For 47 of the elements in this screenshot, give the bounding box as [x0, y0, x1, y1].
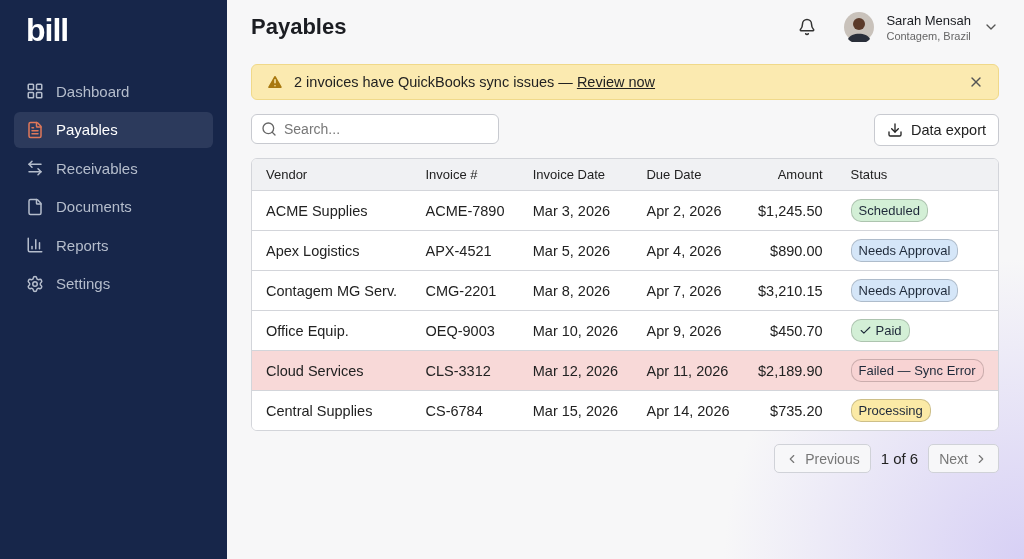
nav-item[interactable]: Reports: [14, 227, 213, 263]
table-cell-text: Mar 15, 2026: [531, 401, 620, 421]
search-field[interactable]: Search...: [251, 114, 499, 144]
check-icon: [858, 324, 872, 337]
arrows-icon: [26, 159, 44, 177]
bell-icon[interactable]: [798, 18, 817, 36]
nav-item[interactable]: Dashboard: [14, 73, 213, 109]
settings-icon: [26, 274, 44, 293]
nav-item[interactable]: Documents: [14, 188, 213, 225]
document-icon: [26, 197, 44, 216]
column-header: Invoice #: [411, 159, 519, 191]
logo: bill: [25, 12, 70, 50]
status-badge: Needs Approval: [850, 279, 959, 302]
avatar[interactable]: [844, 12, 875, 42]
status-badge: Needs Approval: [850, 239, 959, 262]
status-badge: Failed — Sync Error: [850, 359, 984, 382]
previous-button[interactable]: Previous: [774, 444, 871, 473]
nav-item[interactable]: Payables: [14, 111, 213, 148]
status-badge: Scheduled: [850, 199, 928, 222]
table-cell-text: Central Supplies: [265, 401, 374, 421]
download-icon: [887, 122, 904, 138]
column-header: Due Date: [632, 159, 744, 191]
page-indicator: 1 of 6: [880, 450, 919, 467]
document-icon: [26, 120, 44, 139]
table-row[interactable]: Cloud Services CLS-3312 Mar 12, 2026 Apr 11, 2026 $2,189.90 Failed — Sync Error: [252, 351, 998, 391]
table-cell-text: $735.20: [769, 401, 824, 421]
page-title: Payables: [251, 14, 347, 40]
column-header: Amount: [743, 159, 837, 191]
warning-icon: [266, 73, 284, 91]
column-header: Status: [836, 159, 998, 191]
user-location: Contagem, Brazil: [886, 29, 971, 42]
user-name: Sarah Mensah: [886, 12, 971, 28]
alert-message: 2 invoices have QuickBooks sync issues — Review now: [294, 74, 657, 90]
review-link[interactable]: Review now: [576, 74, 656, 90]
export-button[interactable]: Data export: [874, 114, 999, 146]
next-button[interactable]: Next: [928, 444, 999, 473]
column-header: Vendor: [252, 159, 412, 191]
status-badge: Processing: [850, 399, 931, 422]
column-header: Invoice Date: [518, 159, 633, 191]
bar-chart-icon: [26, 236, 44, 254]
grid-icon: [26, 82, 44, 100]
nav-item[interactable]: Receivables: [14, 150, 213, 186]
nav-item[interactable]: Settings: [14, 265, 213, 302]
table-cell-text: CS-6784: [424, 401, 484, 421]
status-badge: Paid: [850, 319, 910, 342]
table-cell-text: Apr 14, 2026: [645, 401, 731, 421]
search-icon: [261, 121, 277, 137]
